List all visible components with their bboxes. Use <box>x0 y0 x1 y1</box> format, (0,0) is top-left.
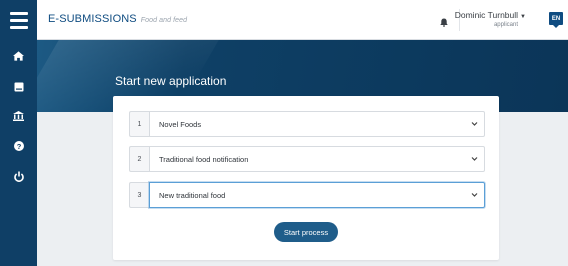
notification-type-select[interactable]: Traditional food notification <box>149 146 485 172</box>
menu-icon[interactable] <box>0 0 37 40</box>
row-number: 3 <box>129 182 149 208</box>
application-card: 1 Novel Foods 2 Traditional food notific… <box>113 96 499 260</box>
application-type-row: 1 Novel Foods <box>129 111 485 137</box>
row-number: 1 <box>129 111 149 137</box>
brand-subtitle: Food and feed <box>140 17 188 24</box>
food-type-row: 3 New traditional food <box>129 182 485 208</box>
select-value: New traditional food <box>159 190 226 200</box>
brand-title: E-SUBMISSIONS <box>48 13 137 25</box>
bell-icon[interactable] <box>440 14 448 32</box>
app-brand[interactable]: E-SUBMISSIONS Food and feed <box>48 13 187 25</box>
page-title: Start new application <box>115 74 227 88</box>
notification-type-row: 2 Traditional food notification <box>129 146 485 172</box>
start-process-button[interactable]: Start process <box>274 222 338 242</box>
food-type-select[interactable]: New traditional food <box>149 182 485 208</box>
home-icon[interactable] <box>0 46 37 66</box>
row-number: 2 <box>129 146 149 172</box>
user-role: applicant <box>493 22 518 28</box>
select-value: Novel Foods <box>159 119 202 129</box>
chevron-down-icon <box>471 193 478 197</box>
user-name: Dominic Turnbull <box>454 10 519 20</box>
help-icon[interactable]: ? <box>0 136 37 156</box>
chevron-down-icon <box>471 122 478 126</box>
power-icon[interactable] <box>0 166 37 186</box>
sidebar: ? <box>0 0 37 266</box>
svg-text:?: ? <box>16 142 21 151</box>
book-icon[interactable] <box>0 77 37 97</box>
chevron-down-icon <box>471 157 478 161</box>
bank-icon[interactable] <box>0 106 37 126</box>
select-value: Traditional food notification <box>159 154 249 164</box>
chevron-down-icon: ▼ <box>520 14 526 20</box>
application-type-select[interactable]: Novel Foods <box>149 111 485 137</box>
top-bar: E-SUBMISSIONS Food and feed Dominic Turnb… <box>37 0 568 40</box>
user-menu[interactable]: Dominic Turnbull ▼ <box>455 10 526 20</box>
language-selector[interactable]: EN <box>549 12 563 28</box>
